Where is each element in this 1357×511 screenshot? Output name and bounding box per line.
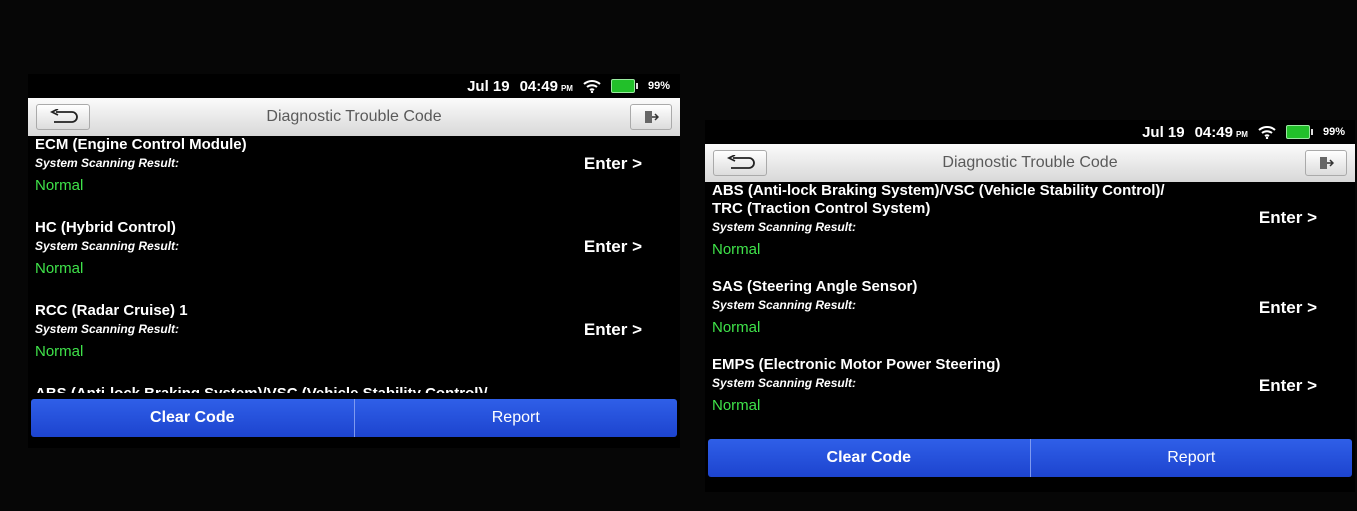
back-button[interactable]: [713, 150, 767, 176]
system-name: ABS (Anti-lock Braking System)/VSC (Vehi…: [712, 182, 1165, 199]
title-bar: Diagnostic Trouble Code: [28, 98, 680, 136]
battery-icon: [610, 79, 638, 93]
list-item[interactable]: EMPS (Electronic Motor Power Steering) S…: [712, 356, 1355, 431]
enter-button[interactable]: Enter >: [584, 320, 642, 340]
system-list: ABS (Anti-lock Braking System)/VSC (Vehi…: [705, 182, 1355, 431]
scan-result-value: Normal: [712, 397, 761, 414]
list-item[interactable]: ABS (Anti-lock Braking System)/VSC (Vehi…: [712, 182, 1355, 278]
battery-percent: 99%: [1322, 126, 1345, 138]
tablet-screen-right: Jul 19 04:49 PM 99% Diagnostic Trouble C…: [705, 120, 1355, 492]
exit-icon: [1320, 157, 1334, 169]
report-button[interactable]: Report: [1031, 439, 1353, 477]
exit-button[interactable]: [630, 104, 672, 130]
enter-button[interactable]: Enter >: [1259, 208, 1317, 228]
title-bar: Diagnostic Trouble Code: [705, 144, 1355, 182]
status-ampm: PM: [560, 83, 573, 93]
scan-result-value: Normal: [35, 177, 84, 194]
enter-button[interactable]: Enter >: [584, 154, 642, 174]
action-bar: Clear Code Report: [31, 399, 677, 437]
exit-button[interactable]: [1305, 150, 1347, 176]
enter-button[interactable]: Enter >: [1259, 376, 1317, 396]
list-item[interactable]: ABS (Anti-lock Braking System)/VSC (Vehi…: [35, 385, 680, 393]
action-bar: Clear Code Report: [708, 439, 1352, 477]
status-time: 04:49: [519, 77, 558, 95]
list-item[interactable]: SAS (Steering Angle Sensor) System Scann…: [712, 278, 1355, 356]
wifi-icon: [583, 80, 601, 93]
system-list: ECM (Engine Control Module) System Scann…: [28, 136, 680, 393]
page-title: Diagnostic Trouble Code: [942, 154, 1118, 171]
back-arrow-icon: [726, 155, 755, 169]
scan-result-value: Normal: [712, 241, 761, 258]
tablet-screen-left: Jul 19 04:49 PM 99% Diagnostic Trouble C…: [28, 74, 680, 448]
clear-code-button[interactable]: Clear Code: [31, 399, 355, 437]
enter-button[interactable]: Enter >: [1259, 298, 1317, 318]
list-item[interactable]: ECM (Engine Control Module) System Scann…: [35, 136, 680, 219]
status-ampm: PM: [1235, 129, 1248, 139]
system-name: HC (Hybrid Control): [35, 219, 176, 236]
report-button[interactable]: Report: [355, 399, 678, 437]
clear-code-button[interactable]: Clear Code: [708, 439, 1031, 477]
scan-result-value: Normal: [712, 319, 761, 336]
system-name: RCC (Radar Cruise) 1: [35, 302, 188, 319]
status-time: 04:49: [1194, 123, 1233, 141]
system-name: ECM (Engine Control Module): [35, 136, 247, 153]
page-title: Diagnostic Trouble Code: [266, 108, 442, 125]
battery-icon: [1285, 125, 1313, 139]
status-date: Jul 19: [467, 77, 510, 95]
battery-percent: 99%: [647, 80, 670, 92]
wifi-icon: [1258, 126, 1276, 139]
enter-button[interactable]: Enter >: [584, 237, 642, 257]
status-date: Jul 19: [1142, 123, 1185, 141]
back-button[interactable]: [36, 104, 90, 130]
status-bar: Jul 19 04:49 PM 99%: [28, 74, 680, 98]
system-name: ABS (Anti-lock Braking System)/VSC (Vehi…: [35, 385, 680, 393]
list-item[interactable]: HC (Hybrid Control) System Scanning Resu…: [35, 219, 680, 302]
exit-icon: [645, 111, 659, 123]
system-name: EMPS (Electronic Motor Power Steering): [712, 356, 1001, 373]
system-name: SAS (Steering Angle Sensor): [712, 278, 918, 295]
status-bar: Jul 19 04:49 PM 99%: [705, 120, 1355, 144]
scan-result-value: Normal: [35, 343, 84, 360]
scan-result-value: Normal: [35, 260, 84, 277]
list-item[interactable]: RCC (Radar Cruise) 1 System Scanning Res…: [35, 302, 680, 385]
back-arrow-icon: [49, 109, 78, 123]
